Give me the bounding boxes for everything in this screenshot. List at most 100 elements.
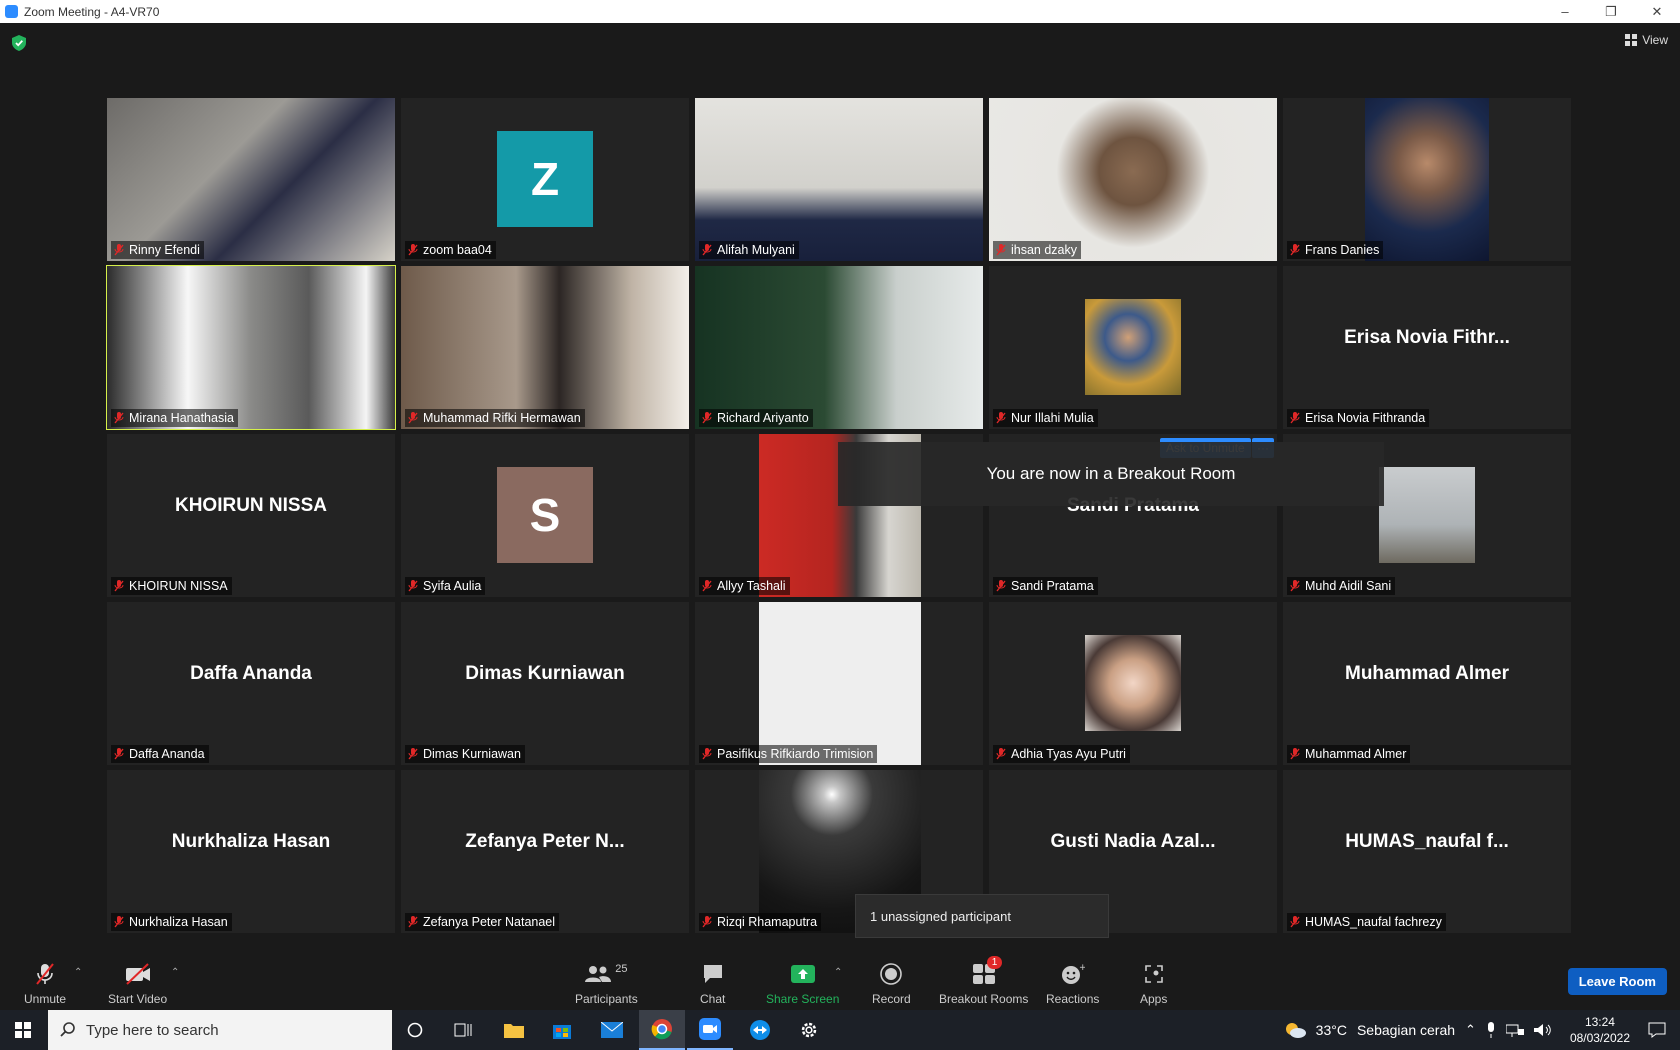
participant-name-label: Richard Ariyanto <box>699 409 813 427</box>
participant-tile[interactable]: HUMAS_naufal f... HUMAS_naufal fachrezy <box>1283 770 1571 933</box>
muted-mic-icon <box>1290 916 1300 928</box>
folder-icon <box>504 1024 524 1038</box>
participant-tile[interactable]: Muhammad Rifki Hermawan <box>401 266 689 429</box>
muted-mic-icon <box>408 916 418 928</box>
participant-name: Frans Danies <box>1305 243 1380 257</box>
audio-options-caret-icon[interactable]: ⌃ <box>74 967 82 978</box>
leave-room-button[interactable]: Leave Room <box>1567 968 1667 995</box>
volume-icon[interactable] <box>1533 1023 1552 1037</box>
participant-name: Allyy Tashali <box>717 579 786 593</box>
participant-display-name: Dimas Kurniawan <box>465 662 625 684</box>
weather-desc[interactable]: Sebagian cerah <box>1357 1022 1455 1038</box>
taskbar-search-box[interactable]: Type here to search <box>48 1010 392 1050</box>
start-video-button[interactable]: Start Video <box>108 962 167 1006</box>
participant-tile[interactable]: Erisa Novia Fithr... Erisa Novia Fithrand… <box>1283 266 1571 429</box>
participant-name: Mirana Hanathasia <box>129 411 234 425</box>
breakout-rooms-button[interactable]: 1 Breakout Rooms <box>939 956 1028 1006</box>
microphone-icon[interactable] <box>1486 1022 1496 1038</box>
notifications-icon[interactable] <box>1648 1022 1666 1038</box>
participant-tile[interactable]: Zefanya Peter N... Zefanya Peter Natanael <box>401 770 689 933</box>
mail-button[interactable] <box>589 1010 635 1050</box>
participant-tile[interactable]: S Syifa Aulia <box>401 434 689 597</box>
participant-name-label: Zefanya Peter Natanael <box>405 913 560 931</box>
participant-name: KHOIRUN NISSA <box>129 579 228 593</box>
participant-tile[interactable]: Adhia Tyas Ayu Putri <box>989 602 1277 765</box>
windows-logo-icon <box>15 1022 31 1038</box>
settings-button[interactable] <box>786 1010 832 1050</box>
participant-tile[interactable]: Alifah Mulyani <box>695 98 983 261</box>
participant-display-name: KHOIRUN NISSA <box>174 494 327 516</box>
participant-name: Adhia Tyas Ayu Putri <box>1011 747 1126 761</box>
participant-name-label: Nurkhaliza Hasan <box>111 913 232 931</box>
encryption-shield-icon[interactable] <box>12 35 26 51</box>
muted-mic-icon <box>408 748 418 760</box>
chrome-icon <box>651 1019 672 1040</box>
participant-name: Pasifikus Rifkiardo Trimision <box>717 747 874 761</box>
record-icon <box>880 963 903 985</box>
task-view-button[interactable] <box>440 1010 486 1050</box>
share-screen-button[interactable]: Share Screen <box>766 962 839 1006</box>
windows-taskbar: Type here to search 33°C Sebagian cerah … <box>0 1010 1680 1050</box>
unmute-button[interactable]: Unmute <box>24 962 66 1006</box>
participant-tile[interactable]: Rinny Efendi <box>107 98 395 261</box>
avatar-letter: Z <box>497 131 593 227</box>
participant-name-label: Rinny Efendi <box>111 241 204 259</box>
share-screen-icon <box>790 965 815 983</box>
participant-tile[interactable]: Nurkhaliza Hasan Nurkhaliza Hasan <box>107 770 395 933</box>
chrome-button[interactable] <box>639 1010 685 1050</box>
start-button[interactable] <box>0 1010 46 1050</box>
participant-name: Muhammad Rifki Hermawan <box>423 411 581 425</box>
participant-video <box>107 266 395 429</box>
taskbar-clock[interactable]: 13:24 08/03/2022 <box>1570 1014 1630 1046</box>
store-button[interactable] <box>539 1010 585 1050</box>
muted-mic-icon <box>114 916 124 928</box>
participant-tile[interactable]: Nur Illahi Mulia <box>989 266 1277 429</box>
share-options-caret-icon[interactable]: ⌃ <box>834 967 842 978</box>
minimize-button[interactable]: – <box>1542 0 1588 23</box>
participant-photo <box>1085 299 1181 395</box>
video-off-icon <box>125 963 150 985</box>
network-icon[interactable] <box>1505 1023 1524 1037</box>
show-hidden-icons-chevron-icon[interactable]: ⌃ <box>1465 1022 1476 1038</box>
file-explorer-button[interactable] <box>491 1010 537 1050</box>
clock-time: 13:24 <box>1584 1015 1615 1029</box>
participant-name-label: KHOIRUN NISSA <box>111 577 232 595</box>
view-button[interactable]: View <box>1625 33 1668 47</box>
participant-tile[interactable]: ihsan dzaky <box>989 98 1277 261</box>
weather-temp[interactable]: 33°C <box>1316 1022 1347 1038</box>
window-titlebar: Zoom Meeting - A4-VR70 – ❐ ✕ <box>0 0 1680 23</box>
reactions-button[interactable]: + Reactions <box>1046 962 1099 1006</box>
participant-name: Erisa Novia Fithranda <box>1305 411 1426 425</box>
muted-mic-icon <box>996 244 1006 256</box>
muted-mic-icon <box>702 748 712 760</box>
participant-tile[interactable]: Zzoom baa04 <box>401 98 689 261</box>
participant-tile[interactable]: Dimas Kurniawan Dimas Kurniawan <box>401 602 689 765</box>
muted-mic-icon <box>114 580 124 592</box>
window-title: Zoom Meeting - A4-VR70 <box>24 4 160 19</box>
participant-name-label: HUMAS_naufal fachrezy <box>1287 913 1446 931</box>
teamviewer-button[interactable] <box>737 1010 783 1050</box>
participant-name-label: Syifa Aulia <box>405 577 486 595</box>
apps-label: Apps <box>1140 992 1168 1006</box>
participant-tile[interactable]: Muhammad Almer Muhammad Almer <box>1283 602 1571 765</box>
close-button[interactable]: ✕ <box>1634 0 1680 23</box>
zoom-taskbar-button[interactable] <box>687 1010 733 1050</box>
task-view-icon <box>454 1023 472 1037</box>
chat-button[interactable]: Chat <box>700 962 725 1006</box>
participants-button[interactable]: 25 Participants <box>575 962 638 1006</box>
participant-tile[interactable]: Daffa Ananda Daffa Ananda <box>107 602 395 765</box>
cortana-button[interactable] <box>392 1010 438 1050</box>
muted-mic-icon <box>996 748 1006 760</box>
participant-tile[interactable]: Mirana Hanathasia <box>106 265 396 430</box>
apps-button[interactable]: Apps <box>1140 962 1167 1006</box>
participant-tile[interactable]: Frans Danies <box>1283 98 1571 261</box>
participant-tile[interactable]: Pasifikus Rifkiardo Trimision <box>695 602 983 765</box>
participant-name-label: ihsan dzaky <box>993 241 1082 259</box>
participant-tile[interactable]: Richard Ariyanto <box>695 266 983 429</box>
video-options-caret-icon[interactable]: ⌃ <box>171 967 179 978</box>
weather-sun-cloud-icon[interactable] <box>1284 1021 1306 1039</box>
record-button[interactable]: Record <box>872 962 911 1006</box>
participant-tile[interactable]: KHOIRUN NISSA KHOIRUN NISSA <box>107 434 395 597</box>
maximize-button[interactable]: ❐ <box>1588 0 1634 23</box>
participant-name-label: Dimas Kurniawan <box>405 745 525 763</box>
